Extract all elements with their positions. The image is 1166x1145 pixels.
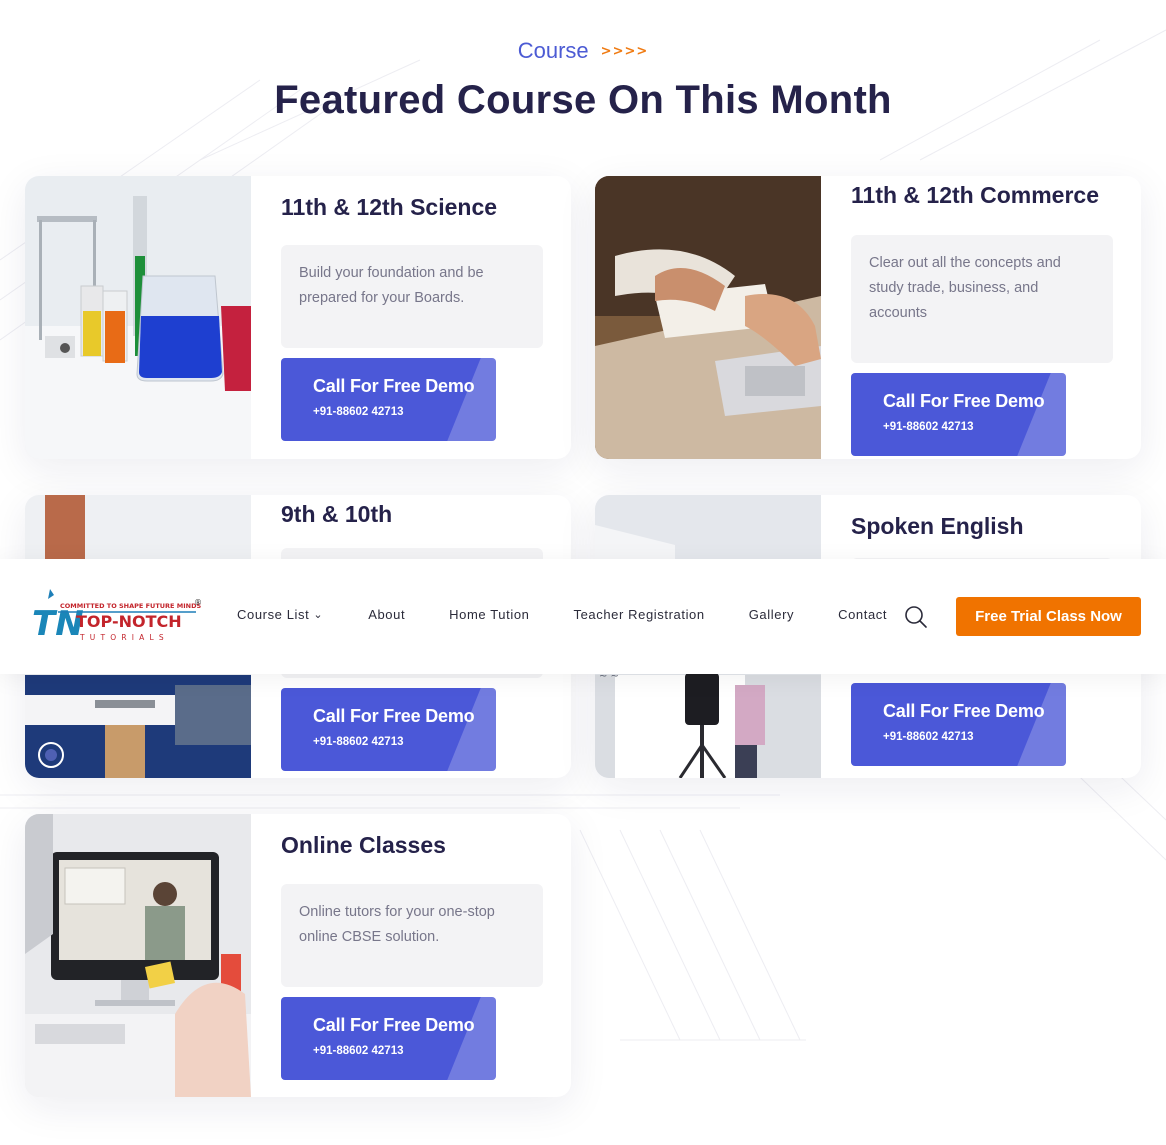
- call-demo-label: Call For Free Demo: [313, 1015, 475, 1035]
- nav-item-label: Course List: [237, 607, 310, 622]
- call-demo-button[interactable]: Call For Free Demo +91-88602 42713: [851, 683, 1066, 766]
- nav-item-label: About: [368, 607, 406, 622]
- main-navbar: TN COMMITTED TO SHAPE FUTURE MINDS TOP-N…: [0, 559, 1166, 674]
- section-header: Course >>>> Featured Course On This Mont…: [0, 38, 1166, 123]
- course-card-commerce: 11th & 12th Commerce Clear out all the c…: [595, 176, 1141, 459]
- nav-item-teacher-registration[interactable]: Teacher Registration: [573, 607, 704, 622]
- nav-item-label: Gallery: [748, 607, 795, 622]
- course-description: Online tutors for your one-stop online C…: [281, 884, 543, 987]
- call-demo-button[interactable]: Call For Free Demo +91-88602 42713: [281, 997, 496, 1080]
- search-icon[interactable]: [904, 605, 928, 629]
- button-stripe: [447, 688, 496, 771]
- call-demo-button[interactable]: Call For Free Demo +91-88602 42713: [281, 688, 496, 771]
- call-demo-label: Call For Free Demo: [883, 701, 1045, 721]
- nav-item-about[interactable]: About: [368, 607, 405, 622]
- call-demo-label: Call For Free Demo: [313, 376, 475, 396]
- nav-menu: Course List ⌄ About Home Tution Teacher …: [237, 607, 887, 622]
- phone-number: +91-88602 42713: [313, 406, 404, 418]
- course-title: 9th & 10th: [281, 501, 393, 527]
- call-demo-label: Call For Free Demo: [883, 391, 1045, 411]
- button-stripe: [1017, 373, 1066, 456]
- site-logo[interactable]: TN COMMITTED TO SHAPE FUTURE MINDS TOP-N…: [30, 585, 210, 649]
- button-stripe: [1017, 683, 1066, 766]
- phone-number: +91-88602 42713: [313, 1045, 404, 1057]
- svg-text:COMMITTED TO SHAPE FUTURE MIND: COMMITTED TO SHAPE FUTURE MINDS: [60, 602, 201, 610]
- course-title: 11th & 12th Science: [281, 194, 498, 220]
- nav-item-contact[interactable]: Contact: [838, 607, 887, 622]
- call-demo-button[interactable]: Call For Free Demo +91-88602 42713: [851, 373, 1066, 456]
- nav-item-label: Home Tution: [449, 607, 530, 622]
- free-trial-button[interactable]: Free Trial Class Now: [956, 597, 1141, 636]
- nav-item-home-tution[interactable]: Home Tution: [449, 607, 529, 622]
- course-title: Online Classes: [281, 832, 446, 858]
- course-title: 11th & 12th Commerce: [851, 182, 1099, 208]
- phone-number: +91-88602 42713: [313, 736, 404, 748]
- nav-item-label: Contact: [838, 607, 888, 622]
- nav-item-course-list[interactable]: Course List ⌄: [237, 607, 323, 622]
- eyebrow-arrows-icon: >>>>: [600, 43, 649, 59]
- calculator-accounts-image: [595, 176, 821, 459]
- section-title: Featured Course On This Month: [274, 78, 892, 122]
- svg-text:TUTORIALS: TUTORIALS: [79, 633, 169, 642]
- course-card-online: Online Classes Online tutors for your on…: [25, 814, 571, 1097]
- nav-item-gallery[interactable]: Gallery: [749, 607, 794, 622]
- call-demo-button[interactable]: Call For Free Demo +91-88602 42713: [281, 358, 496, 441]
- call-demo-label: Call For Free Demo: [313, 706, 475, 726]
- phone-number: +91-88602 42713: [883, 731, 974, 743]
- button-stripe: [447, 997, 496, 1080]
- section-eyebrow: Course >>>>: [518, 38, 649, 64]
- science-lab-image: [25, 176, 251, 459]
- course-title: Spoken English: [851, 513, 1024, 539]
- svg-text:®: ®: [194, 598, 202, 607]
- course-description: Clear out all the concepts and study tra…: [851, 235, 1113, 363]
- phone-number: +91-88602 42713: [883, 421, 974, 433]
- eyebrow-label: Course: [517, 38, 589, 63]
- course-description: Build your foundation and be prepared fo…: [281, 245, 543, 348]
- button-stripe: [447, 358, 496, 441]
- svg-text:TOP-NOTCH: TOP-NOTCH: [76, 612, 182, 631]
- chevron-down-icon: ⌄: [313, 609, 324, 621]
- course-card-science: 11th & 12th Science Build your foundatio…: [25, 176, 571, 459]
- online-lesson-image: [25, 814, 251, 1097]
- nav-item-label: Teacher Registration: [573, 607, 705, 622]
